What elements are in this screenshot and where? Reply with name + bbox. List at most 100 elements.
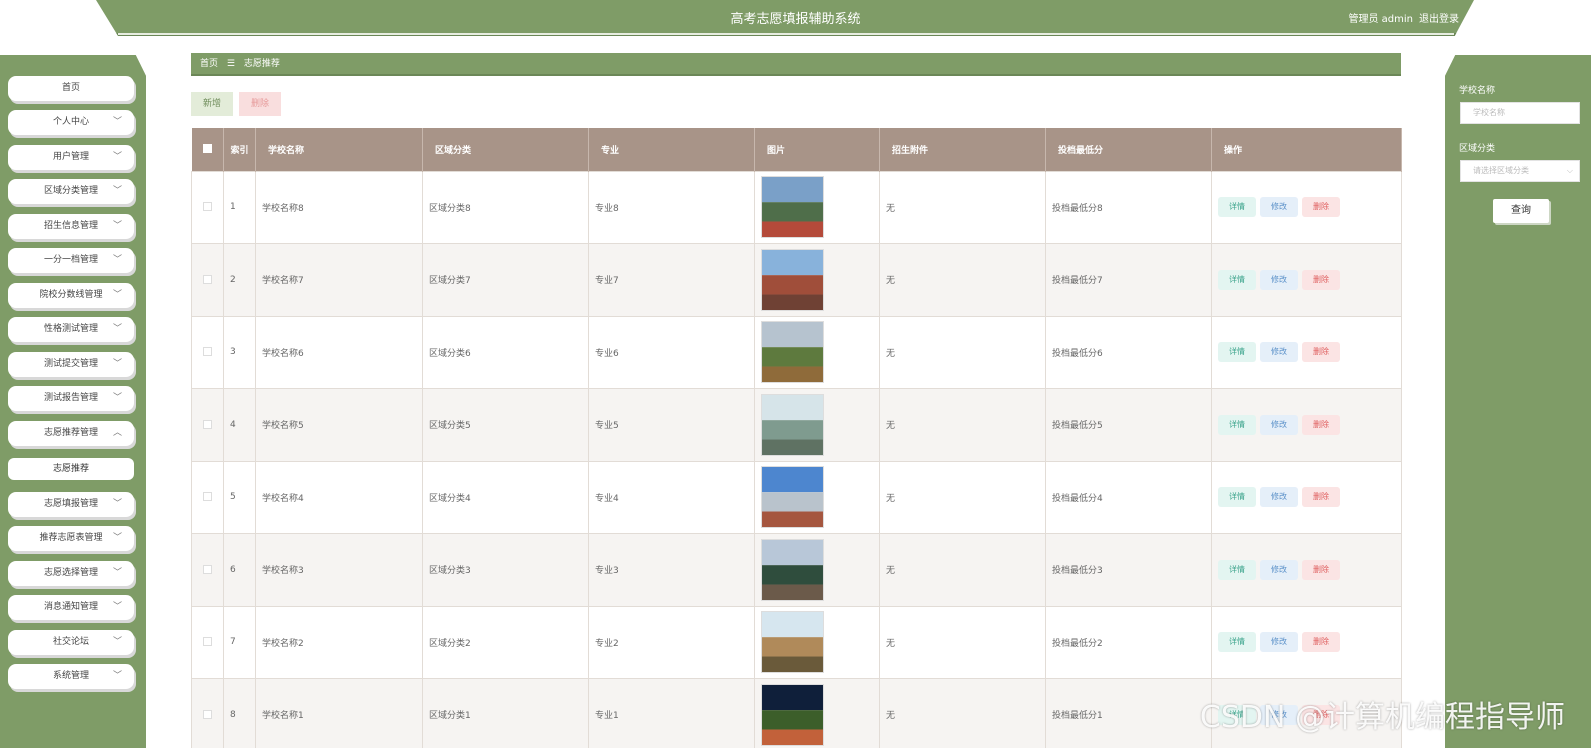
row-actions: 详情 修改 删除 (1211, 533, 1402, 607)
chevron-down-icon: ﹀ (112, 324, 122, 334)
row-checkbox[interactable] (191, 678, 224, 748)
edit-button[interactable]: 修改 (1260, 632, 1298, 653)
add-button[interactable]: 新增 (191, 92, 233, 116)
sidebar-item[interactable]: 性格测试管理 ﹀ (8, 317, 134, 342)
row-index: 1 (223, 170, 256, 244)
detail-button[interactable]: 详情 (1218, 559, 1256, 580)
chevron-down-icon: ﹀ (112, 602, 122, 612)
row-checkbox[interactable] (191, 460, 224, 534)
chevron-down-icon: ﹀ (112, 117, 122, 127)
table-row: 6 学校名称3 区域分类3 专业3 无投档最低分3 详情 修改 删除 (191, 533, 1402, 607)
region-select[interactable]: 请选择区域分类 ⌵ (1460, 160, 1580, 182)
sidebar-item[interactable]: 测试报告管理 ﹀ (8, 386, 134, 411)
detail-button[interactable]: 详情 (1218, 342, 1256, 363)
header-school: 学校名称 (255, 128, 423, 171)
edit-button[interactable]: 修改 (1260, 269, 1298, 290)
sidebar-item[interactable]: 院校分数线管理 ﹀ (8, 283, 134, 308)
garden-photo[interactable] (761, 321, 824, 384)
sidebar-item[interactable]: 测试提交管理 ﹀ (8, 352, 134, 377)
red-building-photo[interactable] (761, 248, 824, 311)
edit-button[interactable]: 修改 (1260, 487, 1298, 508)
search-button[interactable]: 查询 (1493, 199, 1549, 223)
row-checkbox[interactable] (191, 315, 224, 389)
sidebar-item[interactable]: 社交论坛 ﹀ (8, 630, 134, 655)
field-night-photo[interactable] (761, 683, 824, 746)
edit-button[interactable]: 修改 (1260, 414, 1298, 435)
row-actions: 详情 修改 删除 (1211, 243, 1402, 317)
sidebar-item-label: 测试提交管理 (43, 359, 98, 369)
detail-button[interactable]: 详情 (1218, 269, 1256, 290)
detail-button[interactable]: 详情 (1218, 487, 1256, 508)
row-major: 专业1 (588, 678, 755, 748)
row-min-score: 投档最低分5 (1045, 388, 1212, 462)
row-checkbox[interactable] (191, 605, 224, 679)
row-major: 专业8 (588, 170, 755, 244)
top-header: 高考志愿填报辅助系统 管理员 admin 退出登录 (0, 0, 1591, 50)
row-major: 专业6 (588, 315, 755, 389)
sidebar-item[interactable]: 志愿选择管理 ﹀ (8, 561, 134, 586)
sidebar-item-label: 个人中心 (52, 117, 89, 127)
row-min-score: 投档最低分1 (1045, 678, 1212, 748)
row-delete-button[interactable]: 删除 (1302, 269, 1340, 290)
detail-button[interactable]: 详情 (1218, 414, 1256, 435)
edit-button[interactable]: 修改 (1260, 197, 1298, 218)
row-delete-button[interactable]: 删除 (1302, 342, 1340, 363)
row-region: 区域分类3 (422, 533, 589, 607)
breadcrumb-home[interactable]: 首页 (200, 59, 218, 69)
header-index: 索引 (223, 128, 256, 171)
row-index: 6 (223, 533, 256, 607)
sidebar-item[interactable]: 区域分类管理 ﹀ (8, 179, 134, 204)
row-actions: 详情 修改 删除 (1211, 605, 1402, 679)
sidebar-item[interactable]: 消息通知管理 ﹀ (8, 595, 134, 620)
sidebar-item[interactable]: 推荐志愿表管理 ﹀ (8, 526, 134, 551)
gate-photo[interactable] (761, 393, 824, 456)
delete-button[interactable]: 删除 (239, 92, 281, 116)
detail-button[interactable]: 详情 (1218, 632, 1256, 653)
sidebar-item[interactable]: 用户管理 ﹀ (8, 145, 134, 170)
row-attachment: 无 (879, 460, 1046, 534)
row-delete-button[interactable]: 删除 (1302, 487, 1340, 508)
stadium-photo[interactable] (761, 176, 824, 239)
row-checkbox[interactable] (191, 533, 224, 607)
row-image-cell (754, 678, 880, 748)
edit-button[interactable]: 修改 (1260, 559, 1298, 580)
row-region: 区域分类4 (422, 460, 589, 534)
plaza-photo[interactable] (761, 466, 824, 529)
chevron-down-icon: ﹀ (112, 152, 122, 162)
school-name-label: 学校名称 (1459, 86, 1496, 96)
sidebar-item-label: 测试报告管理 (43, 393, 98, 403)
row-region: 区域分类8 (422, 170, 589, 244)
detail-button[interactable]: 详情 (1218, 197, 1256, 218)
row-min-score: 投档最低分7 (1045, 243, 1212, 317)
row-delete-button[interactable]: 删除 (1302, 632, 1340, 653)
table-row: 7 学校名称2 区域分类2 专业2 无投档最低分2 详情 修改 删除 (191, 605, 1402, 679)
row-checkbox[interactable] (191, 243, 224, 317)
row-checkbox[interactable] (191, 388, 224, 462)
sidebar-item[interactable]: 志愿填报管理 ﹀ (8, 492, 134, 517)
sidebar-item-label: 院校分数线管理 (39, 290, 103, 300)
header-min-score: 投档最低分 (1045, 128, 1212, 171)
row-major: 专业3 (588, 533, 755, 607)
row-delete-button[interactable]: 删除 (1302, 559, 1340, 580)
classic-building-photo[interactable] (761, 611, 824, 674)
chevron-down-icon: ⌵ (1566, 166, 1573, 175)
sidebar-subitem-recommend[interactable]: 志愿推荐 (8, 458, 134, 480)
row-index: 3 (223, 315, 256, 389)
sidebar-item[interactable]: 个人中心 ﹀ (8, 110, 134, 135)
sidebar-item[interactable]: 系统管理 ﹀ (8, 664, 134, 689)
school-name-input[interactable]: 学校名称 (1460, 102, 1580, 124)
row-image-cell (754, 243, 880, 317)
row-school: 学校名称4 (255, 460, 423, 534)
sidebar-item[interactable]: 一分一档管理 ﹀ (8, 248, 134, 273)
select-all-checkbox[interactable] (191, 128, 224, 171)
chevron-down-icon: ﹀ (112, 359, 122, 369)
row-delete-button[interactable]: 删除 (1302, 414, 1340, 435)
sidebar-item[interactable]: 志愿推荐管理 ︿ (8, 421, 134, 446)
row-checkbox[interactable] (191, 170, 224, 244)
sidebar-item[interactable]: 招生信息管理 ﹀ (8, 214, 134, 239)
logout-link[interactable]: 退出登录 (1419, 10, 1459, 25)
sidebar-item[interactable]: 首页 (8, 76, 134, 101)
campus-building-photo[interactable] (761, 538, 824, 601)
row-delete-button[interactable]: 删除 (1302, 197, 1340, 218)
edit-button[interactable]: 修改 (1260, 342, 1298, 363)
